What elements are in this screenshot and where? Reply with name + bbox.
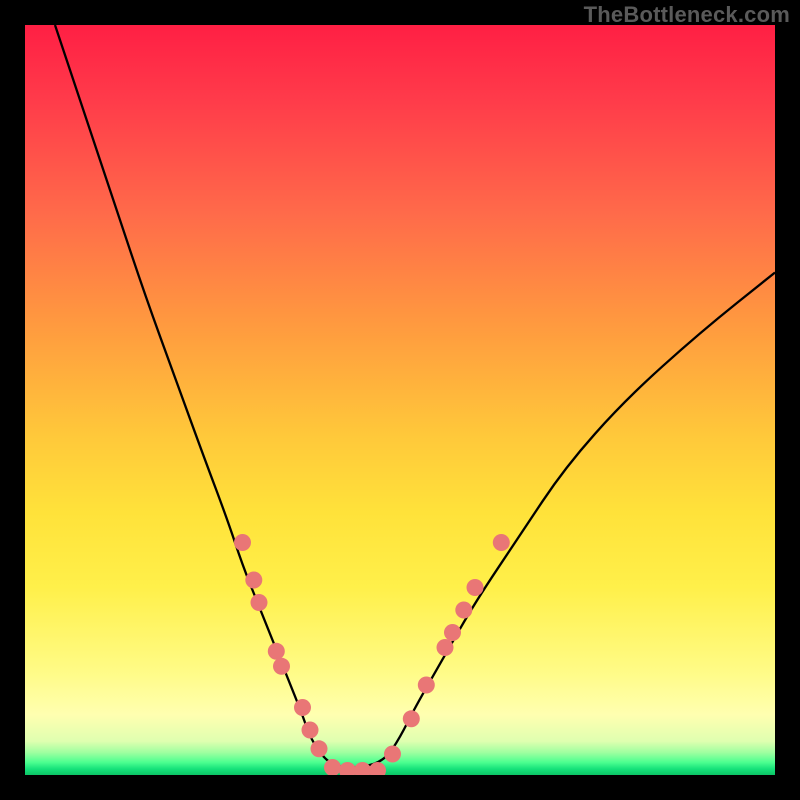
watermark-text: TheBottleneck.com [584,2,790,28]
highlight-dot [251,594,268,611]
highlight-dot [324,759,341,775]
highlight-dot [273,658,290,675]
highlight-dot [234,534,251,551]
chart-svg [25,25,775,775]
highlight-dot [444,624,461,641]
plot-area [25,25,775,775]
chart-stage: TheBottleneck.com [0,0,800,800]
highlight-dot [384,746,401,763]
highlight-dot [302,722,319,739]
bottleneck-curve [55,25,775,768]
highlight-dots-group [234,534,510,775]
highlight-dot [354,762,371,775]
highlight-dot [294,699,311,716]
highlight-dot [339,762,356,775]
highlight-dot [311,740,328,757]
highlight-dot [493,534,510,551]
highlight-dot [418,677,435,694]
highlight-dot [455,602,472,619]
highlight-dot [245,572,262,589]
highlight-dot [437,639,454,656]
highlight-dot [467,579,484,596]
highlight-dot [403,710,420,727]
highlight-dot [268,643,285,660]
